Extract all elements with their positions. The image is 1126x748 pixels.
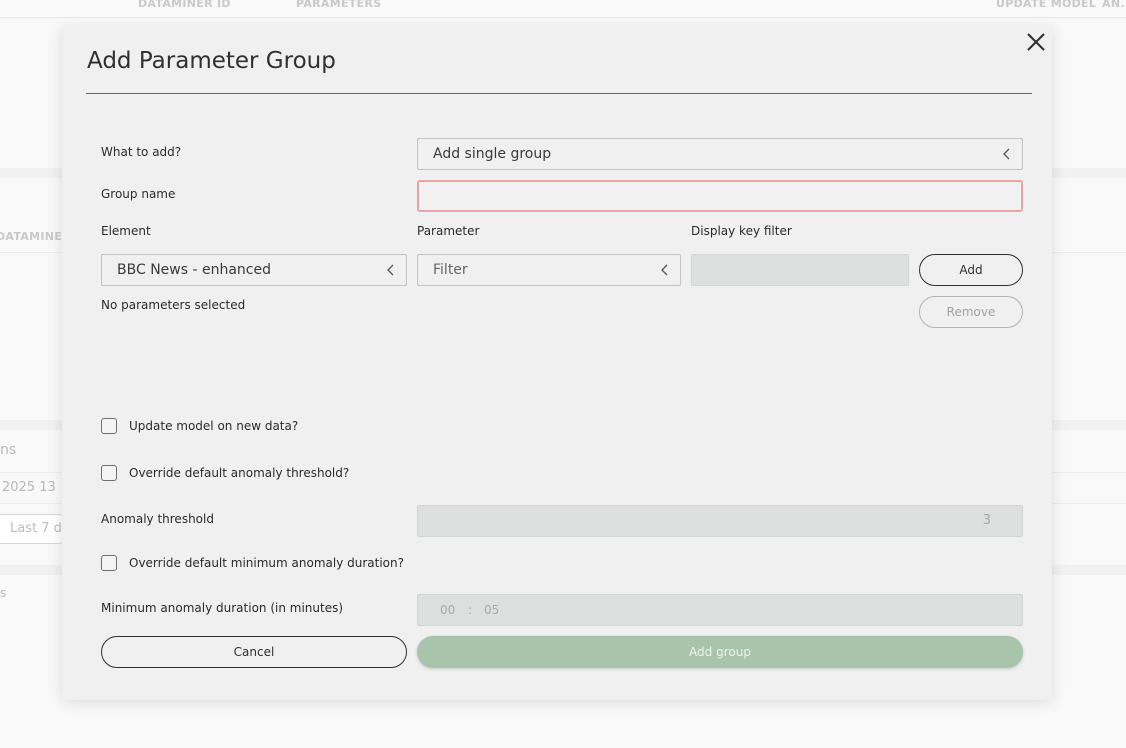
no-parameters-text: No parameters selected bbox=[101, 298, 246, 312]
override-duration-checkbox[interactable] bbox=[101, 555, 117, 571]
display-key-filter-label: Display key filter bbox=[691, 224, 792, 238]
background-table-header: DATAMINER ID PARAMETERS UPDATE MODEL AN.… bbox=[0, 0, 1126, 18]
bg-fragment: ns bbox=[0, 442, 17, 458]
chevron-left-icon bbox=[1003, 148, 1010, 160]
add-parameter-button[interactable]: Add bbox=[919, 254, 1023, 286]
dialog-title: Add Parameter Group bbox=[87, 48, 336, 74]
what-to-add-value: Add single group bbox=[433, 146, 552, 162]
anomaly-threshold-label: Anomaly threshold bbox=[101, 512, 214, 526]
group-name-label: Group name bbox=[101, 187, 176, 201]
add-parameter-group-dialog: Add Parameter Group What to add? Add sin… bbox=[62, 26, 1052, 700]
parameter-label: Parameter bbox=[417, 224, 480, 238]
add-group-button[interactable]: Add group bbox=[417, 636, 1023, 668]
col-update-model: UPDATE MODEL bbox=[996, 0, 1097, 10]
parameter-filter-placeholder: Filter bbox=[433, 262, 468, 278]
time-separator: : bbox=[468, 603, 473, 617]
chevron-left-icon bbox=[387, 264, 394, 276]
group-name-input[interactable] bbox=[417, 180, 1023, 212]
display-key-filter-input[interactable] bbox=[691, 254, 909, 286]
what-to-add-dropdown[interactable]: Add single group bbox=[417, 138, 1023, 170]
cancel-button[interactable]: Cancel bbox=[101, 636, 407, 668]
element-label: Element bbox=[101, 224, 151, 238]
remove-parameter-button[interactable]: Remove bbox=[919, 296, 1023, 328]
anomaly-threshold-input[interactable]: 3 bbox=[417, 505, 1023, 537]
element-dropdown[interactable]: BBC News - enhanced bbox=[101, 254, 407, 286]
bg-fragment: s bbox=[0, 586, 7, 600]
title-divider bbox=[86, 93, 1032, 94]
bg-date-fragment: 2025 13 bbox=[2, 480, 56, 495]
parameter-dropdown[interactable]: Filter bbox=[417, 254, 681, 286]
override-threshold-checkbox[interactable] bbox=[101, 465, 117, 481]
override-threshold-label: Override default anomaly threshold? bbox=[129, 466, 350, 480]
min-duration-hours[interactable]: 00 bbox=[440, 603, 455, 617]
col-anomaly: AN... bbox=[1102, 0, 1126, 10]
col-dataminer-id: DATAMINER ID bbox=[138, 0, 231, 10]
min-duration-minutes[interactable]: 05 bbox=[484, 603, 499, 617]
chevron-left-icon bbox=[661, 264, 668, 276]
override-duration-label: Override default minimum anomaly duratio… bbox=[129, 556, 404, 570]
update-model-label: Update model on new data? bbox=[129, 419, 299, 433]
update-model-checkbox[interactable] bbox=[101, 418, 117, 434]
close-button[interactable] bbox=[1025, 31, 1047, 53]
min-duration-label: Minimum anomaly duration (in minutes) bbox=[101, 601, 344, 615]
min-duration-time-input[interactable]: 00 : 05 bbox=[417, 594, 1023, 626]
close-icon bbox=[1027, 33, 1045, 51]
col-parameters: PARAMETERS bbox=[296, 0, 382, 10]
element-value: BBC News - enhanced bbox=[117, 262, 271, 278]
what-to-add-label: What to add? bbox=[101, 145, 182, 159]
